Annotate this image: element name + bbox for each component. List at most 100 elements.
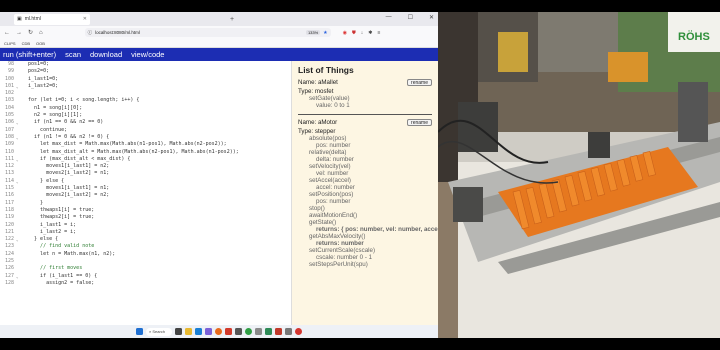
panel-title: List of Things: [298, 65, 354, 75]
code-text: if (max_dist_alt < max_dist) {: [22, 155, 131, 162]
home-icon[interactable]: ⌂: [39, 30, 43, 36]
code-line[interactable]: 123 // find valid note: [0, 243, 291, 250]
code-line[interactable]: 105 n2 = song[i][1];: [0, 112, 291, 119]
app-icon[interactable]: [285, 328, 292, 335]
download-button[interactable]: download: [90, 50, 122, 59]
method-signature: setCurrentScale(cscale): [309, 247, 376, 254]
app-icon[interactable]: [225, 328, 232, 335]
view-code-button[interactable]: view/code: [131, 50, 164, 59]
menu-icon[interactable]: ≡: [378, 30, 381, 36]
app-icon[interactable]: [235, 328, 242, 335]
code-line[interactable]: 126 // first moves: [0, 265, 291, 272]
address-bar[interactable]: ⓘ localhost:8080/ml.html 133% ★: [84, 28, 331, 37]
rename-button[interactable]: rename: [407, 79, 432, 86]
code-line[interactable]: 104 n1 = song[i][0];: [0, 105, 291, 112]
code-text: if (i_last1 == 0) {: [22, 272, 98, 279]
code-line[interactable]: 99 pos2=0;: [0, 68, 291, 75]
fold-chevron-icon[interactable]: [16, 90, 22, 97]
code-line[interactable]: 102: [0, 90, 291, 97]
code-text: n1 = song[i][0];: [22, 104, 83, 111]
code-text: // first moves: [22, 265, 83, 272]
forward-icon[interactable]: →: [16, 30, 22, 36]
code-line[interactable]: 108 ⌄ if (n1 != 0 && n2 != 0) {: [0, 134, 291, 141]
app-icon[interactable]: [255, 328, 262, 335]
code-line[interactable]: 109 let max_dist = Math.max(Math.abs(n1-…: [0, 141, 291, 148]
code-line[interactable]: 98 pos1=0;: [0, 61, 291, 68]
vscode-icon[interactable]: [195, 328, 202, 335]
firefox-icon[interactable]: [215, 328, 222, 335]
bookmark-item[interactable]: OOB: [36, 41, 45, 46]
line-number: 112: [4, 163, 14, 170]
code-line[interactable]: 117 }: [0, 200, 291, 207]
app-icon[interactable]: [265, 328, 272, 335]
thing-header: Name: aMallet rename: [298, 78, 432, 87]
bookmark-item[interactable]: CLIPS: [4, 41, 16, 46]
file-explorer-icon[interactable]: [185, 328, 192, 335]
pocket-icon[interactable]: ◉: [343, 30, 347, 36]
task-view-icon[interactable]: [175, 328, 182, 335]
code-line[interactable]: 107 continue;: [0, 127, 291, 134]
line-number: 116: [4, 192, 14, 199]
scan-button[interactable]: scan: [65, 50, 81, 59]
browser-tab[interactable]: ▣ ml.html ✕: [14, 13, 90, 25]
line-number: 100: [4, 75, 14, 82]
code-line[interactable]: 125: [0, 258, 291, 265]
zoom-level[interactable]: 133%: [305, 30, 321, 35]
code-text: moves2[i_last2] = n1;: [22, 170, 110, 177]
start-icon[interactable]: [136, 328, 143, 335]
code-line[interactable]: 127 ⌄ if (i_last1 == 0) {: [0, 273, 291, 280]
maximize-icon[interactable]: ☐: [408, 14, 413, 21]
code-text: let max_dist = Math.max(Math.abs(n1-pos1…: [22, 141, 227, 148]
fold-chevron-icon[interactable]: [16, 258, 22, 265]
code-line[interactable]: 101 ⌄ i_last2=0;: [0, 83, 291, 90]
run-button[interactable]: run (shift+enter): [3, 50, 56, 59]
code-line[interactable]: 122 ⌄ } else {: [0, 236, 291, 243]
extensions-icon[interactable]: ✱: [368, 30, 372, 36]
code-line[interactable]: 116 moves2[i_last2] = n2;: [0, 192, 291, 199]
code-text: i_last1 = i;: [22, 221, 77, 228]
code-line[interactable]: 121 i_last2 = i;: [0, 229, 291, 236]
code-line[interactable]: 120 i_last1 = i;: [0, 222, 291, 229]
code-line[interactable]: 124 let n = Math.max(n1, n2);: [0, 251, 291, 258]
chrome-icon[interactable]: [245, 328, 252, 335]
code-line[interactable]: 118 thwaps1[i] = true;: [0, 207, 291, 214]
bookmark-star-icon[interactable]: ★: [323, 30, 327, 36]
code-line[interactable]: 110 let max_dist_alt = Math.max(Math.abs…: [0, 149, 291, 156]
code-line[interactable]: 119 thwaps2[i] = true;: [0, 214, 291, 221]
shield-icon[interactable]: ⛊: [352, 30, 356, 36]
back-icon[interactable]: ←: [4, 30, 10, 36]
code-text: for (let i=0; i < song.length; i++) {: [22, 97, 140, 104]
minimize-icon[interactable]: —: [386, 14, 392, 21]
app-icon[interactable]: [275, 328, 282, 335]
code-text: pos1=0;: [22, 61, 50, 67]
workspace: 98 pos1=0; 99 pos2=0; 100 i_last1=0; 101 ⌄ i…: [0, 61, 438, 325]
line-number: 105: [4, 112, 14, 119]
line-number: 122: [4, 236, 14, 243]
line-number: 124: [4, 250, 14, 257]
rename-button[interactable]: rename: [407, 119, 432, 126]
code-line[interactable]: 115 moves1[i_last1] = n1;: [0, 185, 291, 192]
browser-tabbar: ▣ ml.html ✕ + — ☐ ✕: [0, 12, 438, 26]
app-icon[interactable]: [295, 328, 302, 335]
taskbar-search[interactable]: ⌕ Search: [146, 327, 172, 336]
code-line[interactable]: 114 ⌄ } else {: [0, 178, 291, 185]
code-line[interactable]: 100 i_last1=0;: [0, 76, 291, 83]
code-line[interactable]: 111 ⌄ if (max_dist_alt < max_dist) {: [0, 156, 291, 163]
sign-text: RÖHS: [678, 30, 710, 43]
download-icon[interactable]: ↓: [361, 30, 364, 36]
bookmark-item[interactable]: CDB: [22, 41, 30, 46]
code-text: pos2=0;: [22, 68, 50, 75]
code-line[interactable]: 113 moves2[i_last2] = n1;: [0, 170, 291, 177]
code-line[interactable]: 128 assign2 = false;: [0, 280, 291, 287]
close-window-icon[interactable]: ✕: [429, 14, 434, 21]
code-editor[interactable]: 98 pos1=0; 99 pos2=0; 100 i_last1=0; 101 ⌄ i…: [0, 61, 292, 325]
page-info-icon[interactable]: ⓘ: [88, 30, 93, 36]
reload-icon[interactable]: ↻: [28, 29, 33, 36]
app-icon[interactable]: [205, 328, 212, 335]
code-line[interactable]: 106 ⌄ if (n1 == 0 && n2 == 0): [0, 119, 291, 126]
code-line[interactable]: 103 for (let i=0; i < song.length; i++) …: [0, 97, 291, 104]
close-tab-icon[interactable]: ✕: [83, 16, 87, 22]
code-text: assign2 = false;: [22, 279, 95, 286]
new-tab-icon[interactable]: +: [230, 16, 234, 23]
code-line[interactable]: 112 moves1[i_last1] = n2;: [0, 163, 291, 170]
